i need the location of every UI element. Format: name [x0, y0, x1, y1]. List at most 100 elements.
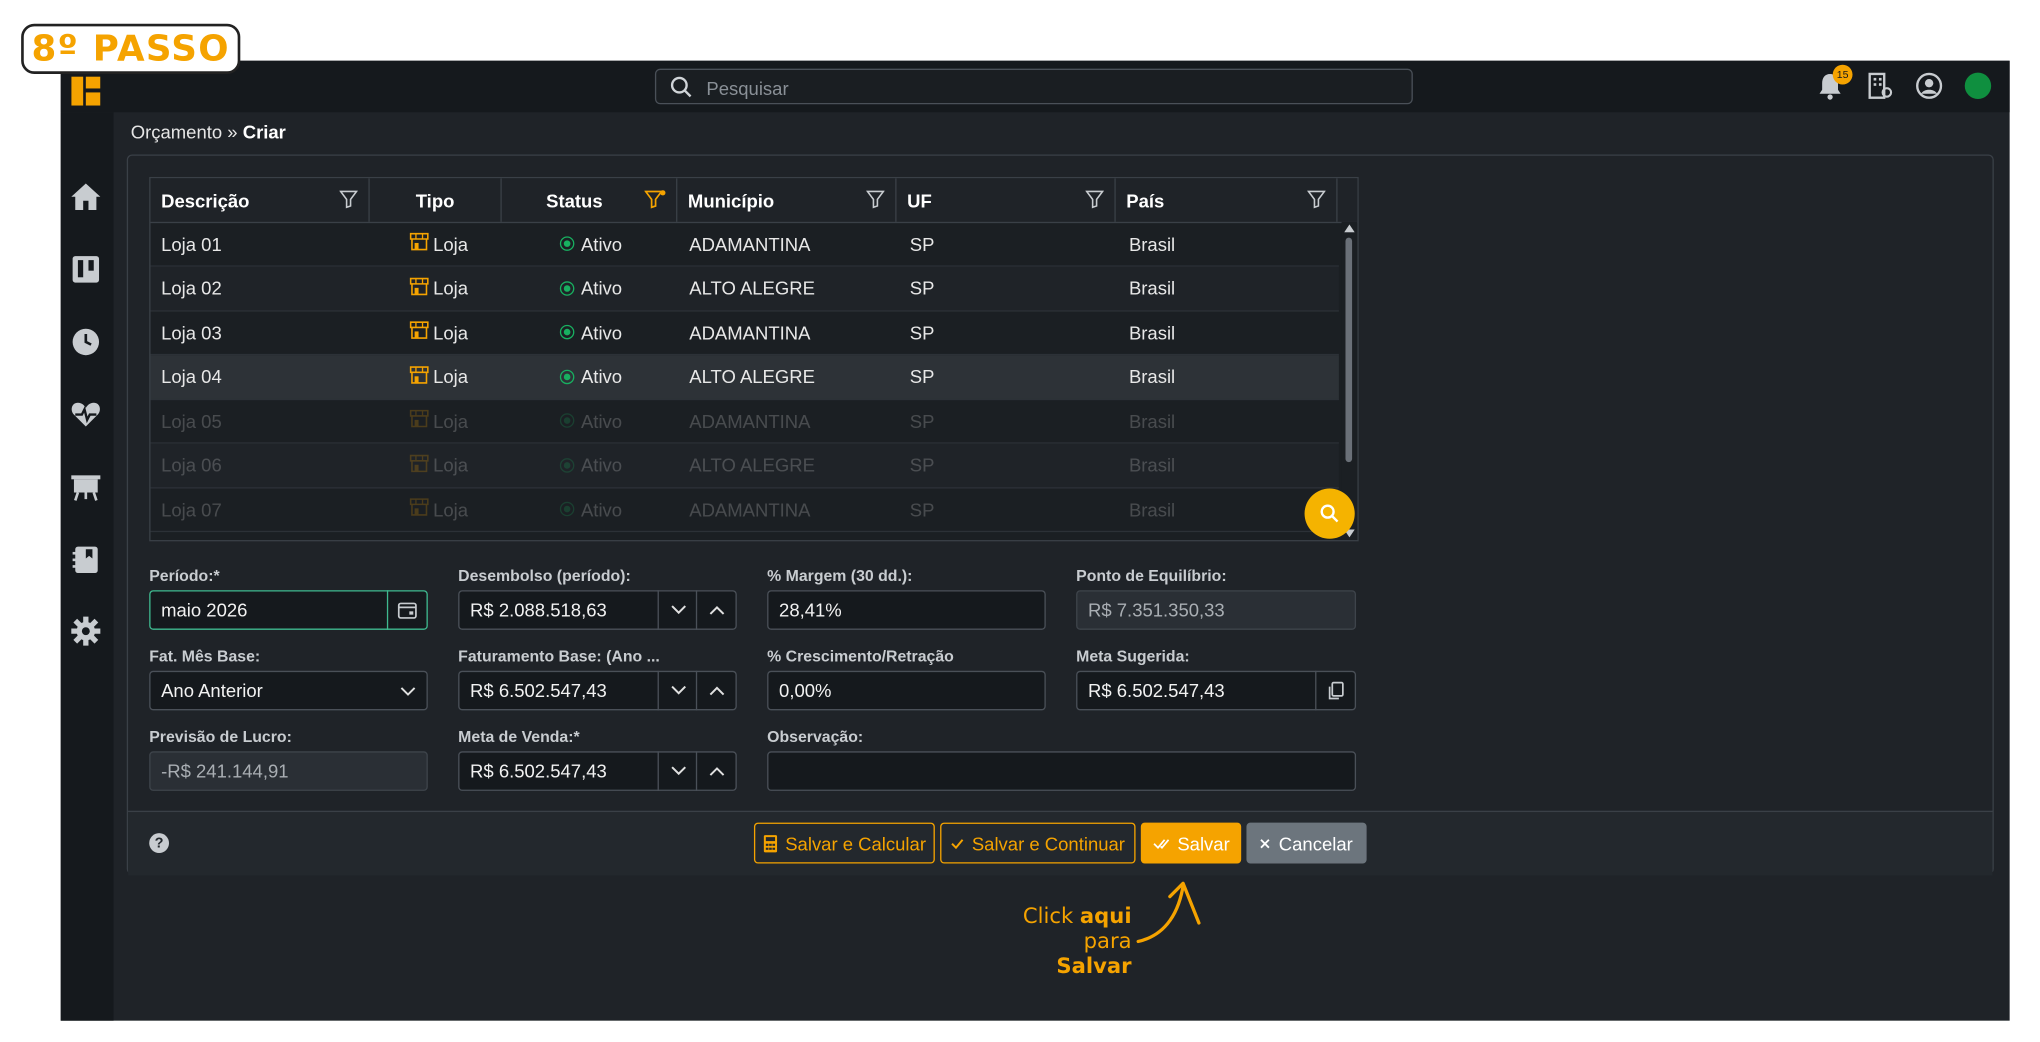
column-header-pais[interactable]: País [1116, 178, 1338, 222]
cell-tipo: Loja [409, 266, 468, 310]
clock-icon[interactable] [70, 326, 102, 358]
decrement-button[interactable] [657, 590, 698, 630]
copy-button[interactable] [1315, 670, 1355, 711]
table-row[interactable]: Loja 04 Loja Ativo ALTO ALEGRE SP Brasil [150, 354, 1339, 400]
observacao-field[interactable] [767, 751, 1357, 791]
increment-button[interactable] [695, 751, 736, 791]
cell-descricao: Loja 02 [161, 266, 222, 310]
calendar-button[interactable] [386, 590, 427, 630]
filter-active-icon[interactable] [644, 190, 666, 209]
table-row[interactable]: Loja 02 Loja Ativo ALTO ALEGRE SP Brasil [150, 266, 1339, 311]
company-settings-icon[interactable] [1867, 71, 1893, 100]
pais-text: Brasil [1128, 365, 1176, 387]
column-header-uf[interactable]: UF [897, 178, 1116, 222]
heart-pulse-icon[interactable] [70, 399, 102, 431]
table-row[interactable]: Loja 03 Loja Ativo ADAMANTINA SP Brasil [150, 310, 1339, 356]
meta-sugerida-label: Meta Sugerida: [1076, 646, 1190, 666]
notification-count-badge: 15 [1832, 64, 1853, 85]
margem-label: % Margem (30 dd.): [767, 566, 913, 585]
filter-icon[interactable] [339, 190, 358, 209]
breadcrumb-current: Criar [242, 121, 286, 143]
filter-icon[interactable] [1085, 190, 1104, 209]
app-window: 15 [60, 60, 2010, 1021]
close-icon [1260, 838, 1271, 848]
periodo-field[interactable]: maio 2026 [149, 590, 428, 630]
cell-uf: SP [910, 355, 935, 399]
save-and-continue-button[interactable]: Salvar e Continuar [940, 822, 1136, 864]
app-logo-icon[interactable] [71, 76, 101, 106]
notifications-button[interactable]: 15 [1817, 64, 1853, 100]
table-row[interactable]: Loja 06 Loja Ativo ALTO ALEGRE SP Brasil [150, 442, 1339, 488]
save-and-calculate-button[interactable]: Salvar e Calcular [753, 822, 935, 864]
gear-icon[interactable] [70, 615, 102, 647]
column-header-descricao[interactable]: Descrição [151, 178, 370, 222]
desembolso-label: Desembolso (período): [458, 566, 631, 585]
search-fab-button[interactable] [1304, 488, 1355, 539]
chevron-up-icon [709, 605, 724, 615]
search-input[interactable] [703, 73, 1396, 103]
municipio-text: ADAMANTINA [689, 233, 811, 255]
filter-icon[interactable] [1307, 190, 1326, 209]
column-header-status[interactable]: Status [502, 178, 678, 222]
decrement-button[interactable] [657, 670, 698, 711]
pais-text: Brasil [1128, 233, 1176, 255]
uf-text: SP [909, 365, 935, 387]
notebook-icon[interactable] [70, 544, 102, 576]
search-box[interactable] [654, 68, 1413, 105]
table-row[interactable]: Loja 01 Loja Ativo ADAMANTINA SP Brasil [150, 222, 1339, 267]
previsao-lucro-label: Previsão de Lucro: [149, 727, 292, 747]
desembolso-field[interactable]: R$ 2.088.518,63 [458, 590, 737, 630]
column-header-tipo[interactable]: Tipo [370, 178, 502, 222]
cell-pais: Brasil [1129, 355, 1175, 399]
fat-mes-base-select[interactable]: Ano Anterior [149, 670, 428, 711]
scroll-up-icon[interactable] [1344, 224, 1355, 233]
cell-status: Ativo [559, 355, 622, 399]
status-text: Ativo [580, 233, 623, 255]
store-icon [409, 409, 429, 431]
cell-pais: Brasil [1129, 443, 1175, 487]
municipio-text: ALTO ALEGRE [689, 277, 815, 299]
municipio-text: ADAMANTINA [689, 498, 811, 520]
municipio-text: ALTO ALEGRE [689, 365, 815, 387]
meta-venda-field[interactable]: R$ 6.502.547,43 [458, 751, 737, 791]
presentation-board-icon[interactable] [70, 471, 102, 503]
crescimento-field[interactable]: 0,00% [767, 670, 1046, 711]
chevron-up-icon [709, 686, 724, 696]
cancel-button[interactable]: Cancelar [1246, 822, 1367, 864]
increment-button[interactable] [695, 590, 736, 630]
store-icon [409, 232, 429, 254]
breadcrumb: Orçamento » Criar [131, 121, 286, 142]
cell-descricao: Loja 03 [161, 310, 222, 354]
sidebar [60, 112, 114, 1021]
breadcrumb-parent[interactable]: Orçamento [131, 121, 222, 142]
increment-button[interactable] [695, 670, 736, 711]
uf-text: SP [909, 454, 935, 476]
column-header-municipio[interactable]: Município [677, 178, 897, 222]
scrollbar-thumb[interactable] [1345, 237, 1353, 463]
kanban-board-icon[interactable] [70, 254, 102, 286]
filter-icon[interactable] [866, 190, 885, 209]
uf-text: SP [909, 233, 935, 255]
save-button[interactable]: Salvar [1140, 822, 1242, 864]
user-account-icon[interactable] [1915, 71, 1944, 100]
cell-uf: SP [910, 487, 935, 531]
cell-status: Ativo [559, 310, 622, 354]
meta-sugerida-field[interactable]: R$ 6.502.547,43 [1076, 670, 1357, 711]
decrement-button[interactable] [657, 751, 698, 791]
chevron-up-icon [709, 767, 724, 776]
table-row[interactable]: Loja 05 Loja Ativo ADAMANTINA SP Brasil [150, 399, 1339, 444]
table-row[interactable]: Loja 07 Loja Ativo ADAMANTINA SP Brasil [150, 487, 1339, 533]
help-icon[interactable]: ? [149, 833, 170, 853]
tipo-text: Loja [433, 498, 469, 520]
cell-status: Ativo [559, 399, 622, 443]
cell-municipio: ALTO ALEGRE [689, 266, 815, 310]
descricao-text: Loja 07 [161, 498, 222, 520]
margem-field[interactable]: 28,41% [767, 590, 1046, 630]
faturamento-base-field[interactable]: R$ 6.502.547,43 [458, 670, 737, 711]
cell-uf: SP [910, 266, 935, 310]
cell-tipo: Loja [409, 487, 468, 531]
home-icon[interactable] [70, 181, 102, 213]
fat-mes-base-label: Fat. Mês Base: [149, 646, 261, 666]
cell-pais: Brasil [1129, 487, 1175, 531]
active-status-icon [559, 457, 575, 473]
